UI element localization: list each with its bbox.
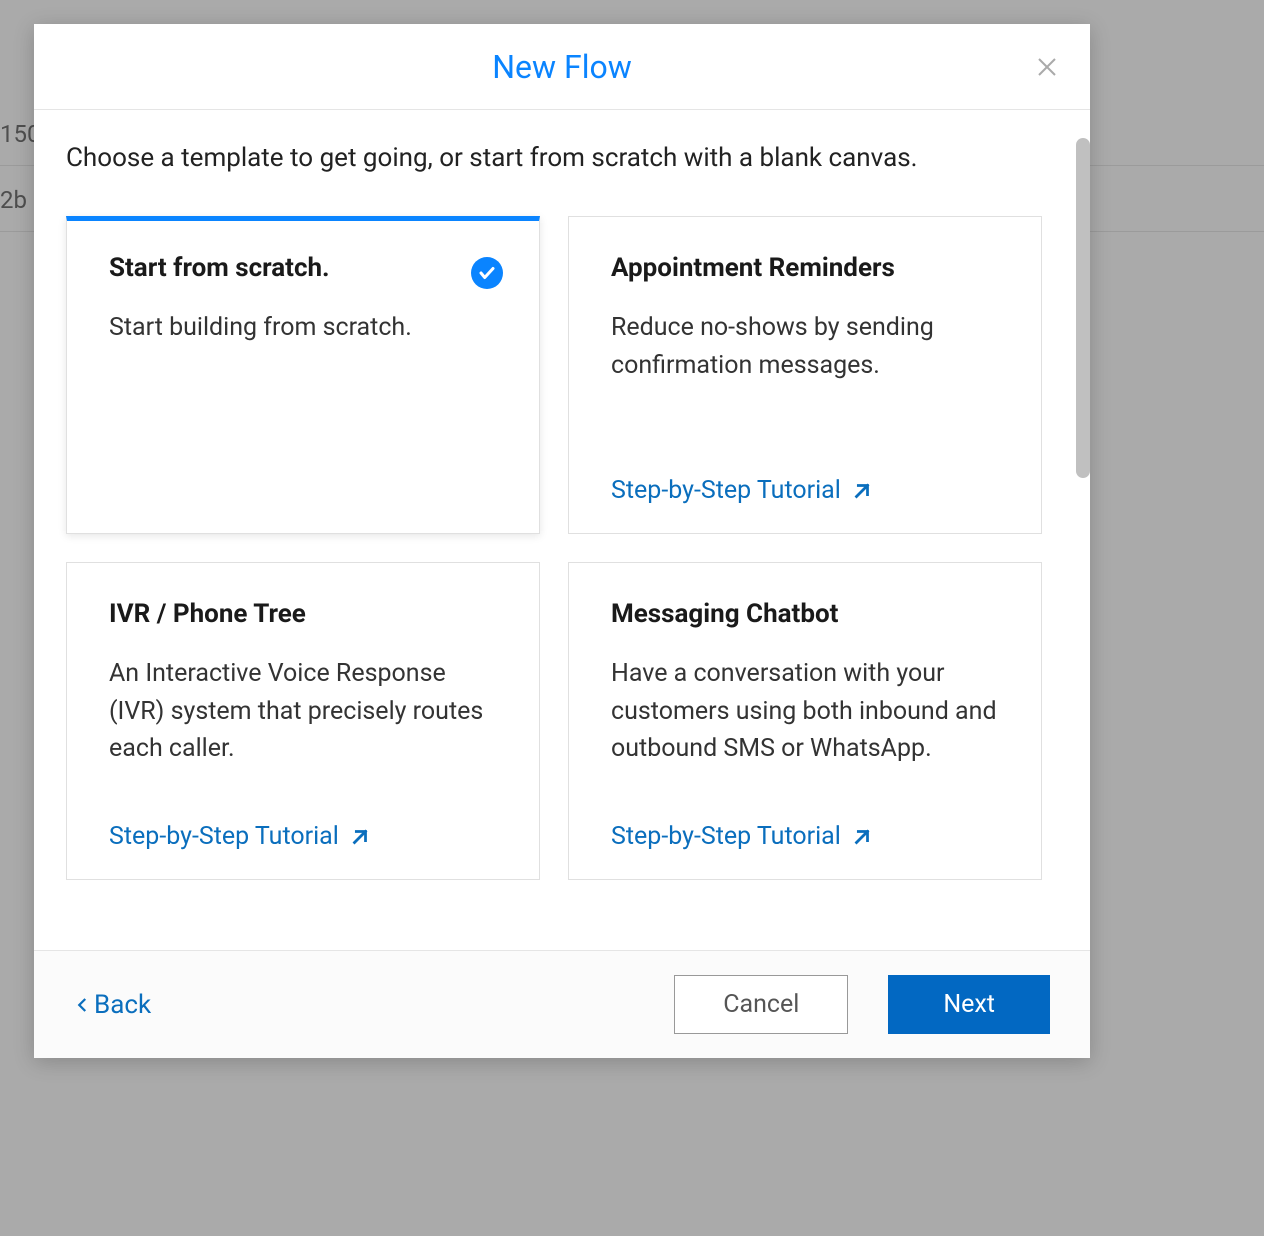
template-description: Reduce no-shows by sending confirmation … [611,309,999,456]
tutorial-link[interactable]: Step-by-Step Tutorial [109,822,497,851]
modal-body: Choose a template to get going, or start… [34,110,1090,950]
template-grid: Start from scratch. Start building from … [66,216,1042,880]
template-title: IVR / Phone Tree [109,599,497,629]
new-flow-modal: New Flow Choose a template to get going,… [34,24,1090,1058]
back-label: Back [94,990,151,1020]
modal-footer: Back Cancel Next [34,950,1090,1058]
check-icon [478,264,496,282]
template-title: Appointment Reminders [611,253,999,283]
tutorial-link-label: Step-by-Step Tutorial [611,822,841,851]
template-description: An Interactive Voice Response (IVR) syst… [109,655,497,802]
template-ivr-phone-tree[interactable]: IVR / Phone Tree An Interactive Voice Re… [66,562,540,880]
template-title: Start from scratch. [109,253,497,283]
tutorial-link[interactable]: Step-by-Step Tutorial [611,476,999,505]
template-messaging-chatbot[interactable]: Messaging Chatbot Have a conversation wi… [568,562,1042,880]
template-title: Messaging Chatbot [611,599,999,629]
cancel-button[interactable]: Cancel [674,975,848,1034]
scrollbar-thumb[interactable] [1076,138,1090,478]
chevron-left-icon [74,992,92,1018]
template-description: Have a conversation with your customers … [611,655,999,802]
external-link-icon [349,826,371,848]
modal-subtitle: Choose a template to get going, or start… [66,140,1042,176]
back-button[interactable]: Back [74,990,151,1020]
tutorial-link[interactable]: Step-by-Step Tutorial [611,822,999,851]
close-button[interactable] [1032,52,1062,82]
footer-actions: Cancel Next [674,975,1050,1034]
tutorial-link-label: Step-by-Step Tutorial [109,822,339,851]
external-link-icon [851,826,873,848]
tutorial-link-label: Step-by-Step Tutorial [611,476,841,505]
selected-badge [471,257,503,289]
template-start-from-scratch[interactable]: Start from scratch. Start building from … [66,216,540,534]
template-appointment-reminders[interactable]: Appointment Reminders Reduce no-shows by… [568,216,1042,534]
template-description: Start building from scratch. [109,309,497,505]
modal-header: New Flow [34,24,1090,110]
external-link-icon [851,480,873,502]
next-button[interactable]: Next [888,975,1050,1034]
modal-title: New Flow [492,48,632,86]
close-icon [1035,55,1059,79]
